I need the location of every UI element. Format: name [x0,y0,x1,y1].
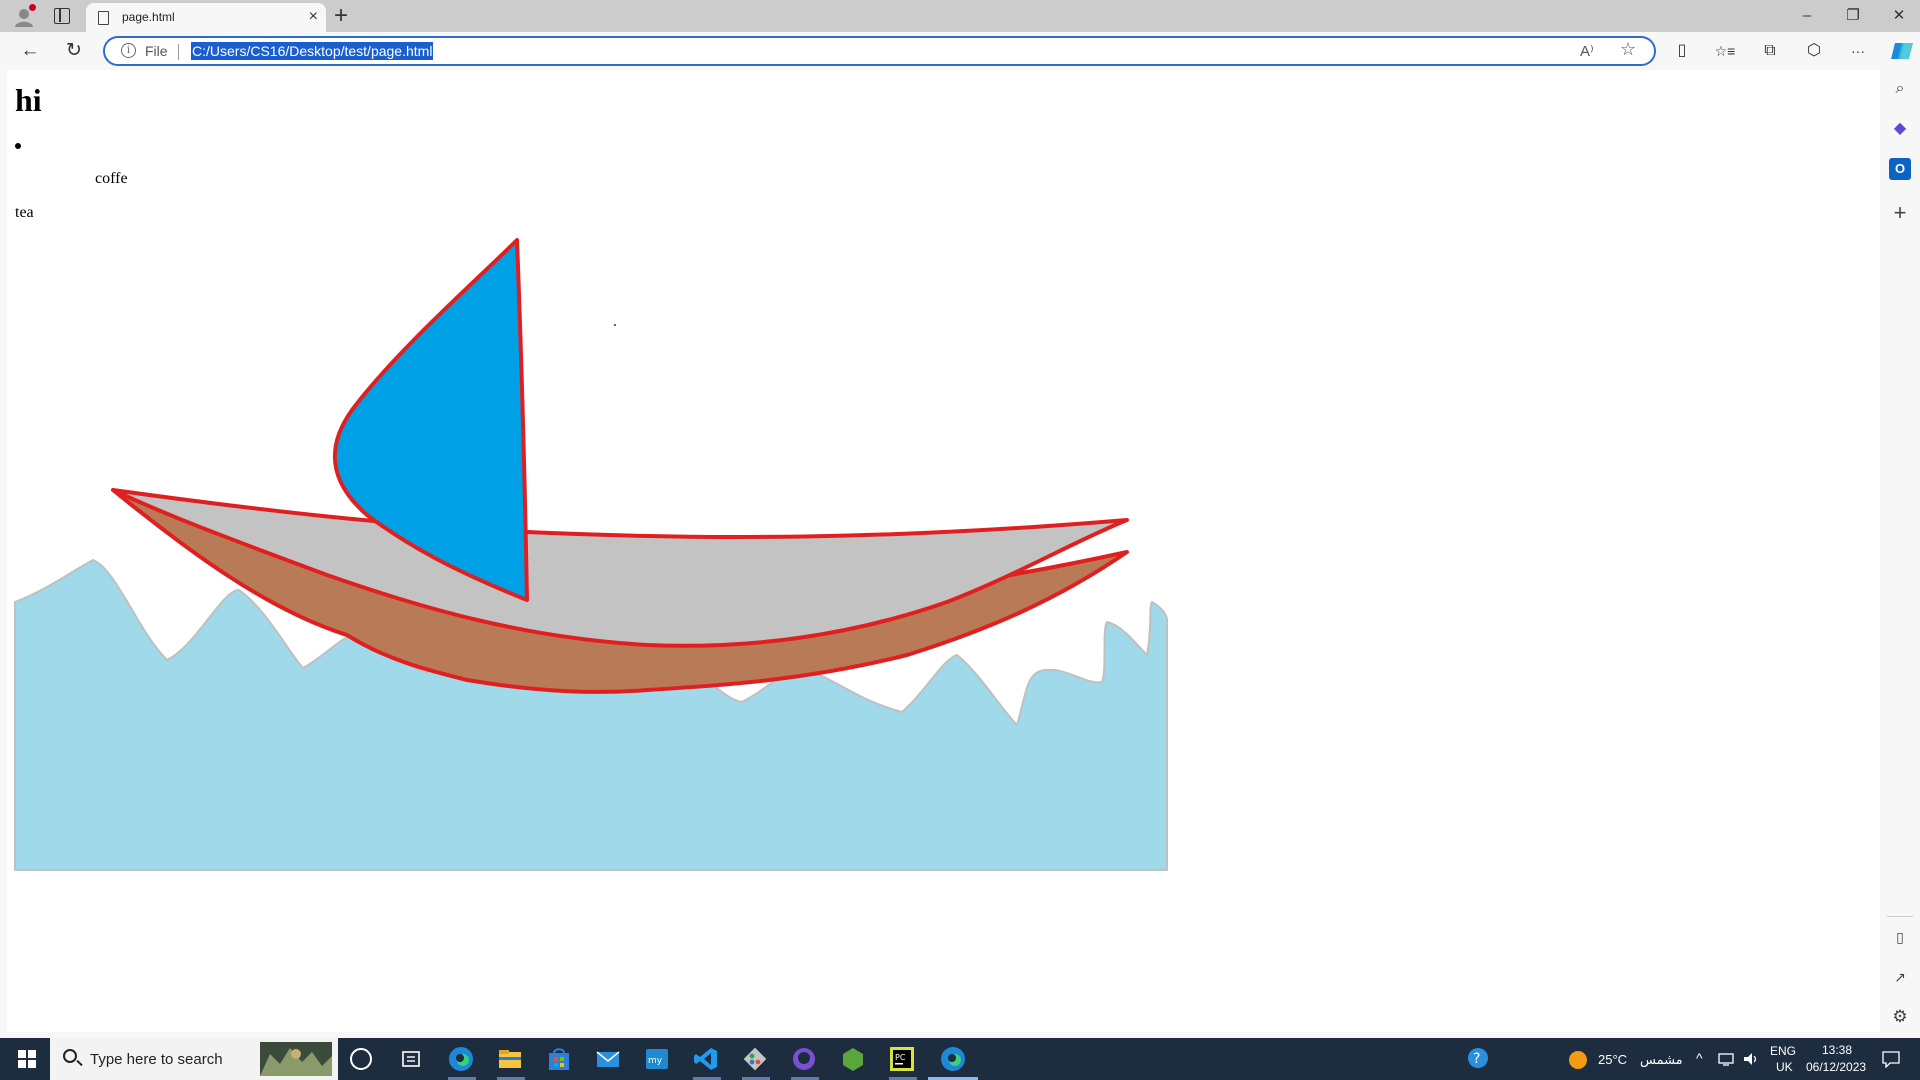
copilot-icon[interactable] [1890,39,1914,63]
tab-strip: page.html × + – ❐ ✕ [0,0,1920,32]
taskbar-search-box[interactable]: Type here to search [50,1038,338,1080]
url-text[interactable]: C:/Users/CS16/Desktop/test/page.html [191,42,434,60]
minimize-button[interactable]: – [1792,5,1822,27]
search-icon [63,1049,77,1063]
microsoft-store-icon[interactable] [546,1046,572,1072]
weather-condition[interactable]: مشمس [1640,1052,1683,1080]
cortana-icon[interactable] [350,1048,372,1070]
pycharm-icon[interactable]: PC [889,1046,915,1072]
viewport-frame-left [0,70,7,1038]
hide-sidebar-icon[interactable]: ▯ [1889,926,1911,948]
page-icon [98,11,109,25]
tab-actions-icon[interactable] [54,8,70,24]
favorites-icon[interactable]: ☆≡ [1714,40,1736,62]
file-explorer-icon[interactable] [497,1046,523,1072]
clock-date[interactable]: 06/12/2023 [1806,1060,1866,1080]
svg-text:?: ? [1473,1051,1480,1067]
language-bottom[interactable]: UK [1776,1060,1793,1080]
search-highlight-image [260,1042,332,1076]
github-desktop-icon[interactable] [791,1046,817,1072]
windows-start-icon[interactable] [18,1050,36,1068]
tab-title: page.html [122,10,175,24]
collections-icon[interactable]: ⧉ [1759,40,1781,62]
task-view-icon[interactable] [398,1046,424,1072]
vscode-icon[interactable] [693,1046,719,1072]
open-external-icon[interactable]: ↗ [1889,966,1911,988]
split-screen-icon[interactable]: ▯ [1671,40,1693,62]
volume-icon[interactable] [1742,1051,1760,1080]
scheme-label: File [145,43,168,59]
extensions-icon[interactable]: ⬡ [1803,40,1825,62]
stray-dot [614,324,616,326]
page-viewport: hi coffe tea [7,70,1880,1038]
favorite-star-icon[interactable]: ☆ [1620,39,1636,60]
new-tab-button[interactable]: + [334,2,348,30]
help-icon[interactable]: ? [1466,1046,1490,1080]
network-icon[interactable] [1718,1051,1736,1080]
edge-sidebar: ⌕ ◆ O + ▯ ↗ ⚙ [1880,70,1920,1038]
tab-page-html[interactable]: page.html × [86,3,326,32]
node-icon[interactable] [840,1046,866,1072]
search-placeholder: Type here to search [90,1051,223,1068]
windows-taskbar: Type here to search my PC ? 25°C مشمس ^ … [0,1038,1920,1080]
site-info-icon[interactable]: i [121,43,136,58]
boat-drawing [14,238,1168,871]
more-menu-icon[interactable]: ··· [1847,40,1869,62]
close-window-button[interactable]: ✕ [1884,5,1914,27]
svg-text:PC: PC [895,1053,906,1062]
svg-text:my: my [648,1056,663,1066]
back-button[interactable]: ← [19,40,41,62]
sidebar-add-icon[interactable]: + [1889,202,1911,224]
mail-icon[interactable] [595,1046,621,1072]
edge-active-icon[interactable] [940,1046,966,1072]
restore-button[interactable]: ❐ [1838,5,1868,27]
profile-button[interactable] [13,4,36,28]
close-tab-icon[interactable]: × [309,8,318,26]
sidebar-divider [1887,916,1913,917]
sidebar-settings-icon[interactable]: ⚙ [1889,1006,1911,1028]
edge-icon[interactable] [448,1046,474,1072]
browser-toolbar: ← ↻ i File C:/Users/CS16/Desktop/test/pa… [0,32,1920,70]
git-icon[interactable] [742,1046,768,1072]
address-divider [178,44,179,60]
weather-sun-icon[interactable] [1568,1050,1588,1080]
sidebar-search-icon[interactable]: ⌕ [1889,78,1911,100]
outlook-icon[interactable]: O [1889,158,1911,180]
address-bar[interactable]: i File C:/Users/CS16/Desktop/test/page.h… [103,36,1656,66]
mysql-workbench-icon[interactable]: my [644,1046,670,1072]
weather-temperature[interactable]: 25°C [1598,1052,1627,1080]
show-hidden-icons[interactable]: ^ [1696,1050,1703,1080]
sidebar-apps-icon[interactable]: ◆ [1889,118,1911,140]
notification-dot [29,4,36,11]
read-aloud-icon[interactable]: A⁾ [1580,42,1594,60]
reload-button[interactable]: ↻ [63,40,85,62]
notifications-icon[interactable] [1882,1050,1900,1080]
